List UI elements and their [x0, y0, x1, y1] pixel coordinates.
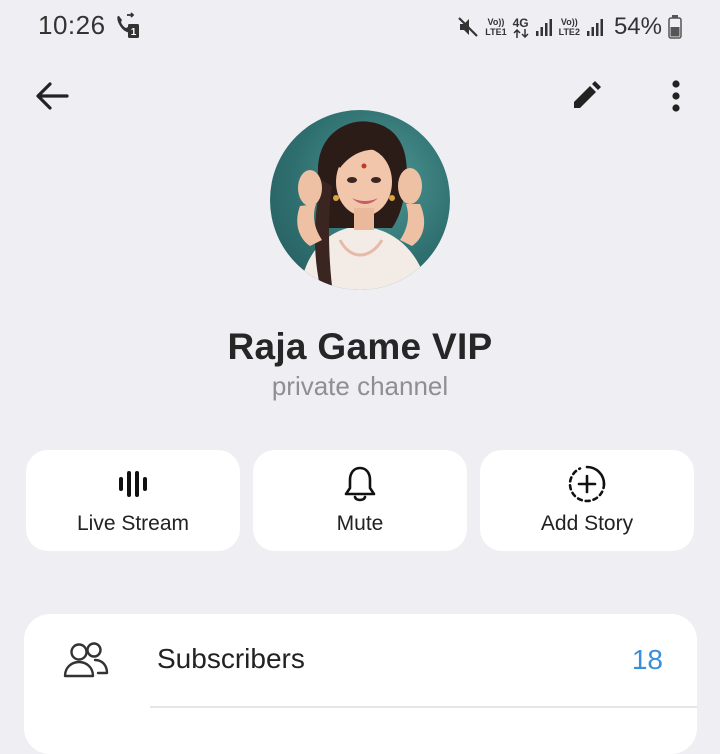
sim1-lte-label: LTE1 — [485, 27, 507, 37]
volte-sim2-indicator: Vo)) LTE2 — [559, 17, 580, 37]
network-type-label: 4G — [512, 15, 529, 30]
avatar-photo — [297, 121, 428, 290]
channel-avatar[interactable] — [270, 110, 450, 290]
channel-info-card: Subscribers 18 — [24, 614, 697, 754]
more-options-button[interactable] — [654, 76, 698, 120]
status-icons: Vo)) LTE1 4G Vo)) LTE2 54% — [457, 10, 682, 44]
battery-icon — [668, 15, 682, 39]
back-button[interactable] — [30, 76, 74, 120]
edit-button[interactable] — [564, 76, 608, 120]
users-icon — [62, 640, 110, 680]
signal-sim2-icon — [586, 17, 604, 37]
live-stream-label: Live Stream — [76, 512, 190, 535]
sim2-volte-label: Vo)) — [560, 17, 578, 27]
sim1-volte-label: Vo)) — [487, 17, 505, 27]
mute-button[interactable]: Mute — [253, 450, 467, 551]
sim2-lte-label: LTE2 — [558, 27, 580, 37]
more-vertical-icon — [671, 79, 681, 117]
pencil-icon — [570, 80, 602, 117]
svg-text:1: 1 — [131, 27, 137, 38]
battery-percent: 54% — [613, 13, 662, 40]
bell-icon — [253, 464, 467, 504]
status-time: 10:26 — [38, 10, 106, 40]
add-story-icon — [480, 464, 694, 504]
mute-icon — [457, 16, 479, 38]
arrow-left-icon — [35, 81, 69, 116]
channel-type: private channel — [271, 371, 449, 401]
mute-label: Mute — [336, 512, 384, 535]
status-bar: 10:26 1 Vo)) LTE1 4G Vo)) LTE2 54% — [0, 0, 720, 56]
live-stream-button[interactable]: Live Stream — [26, 450, 240, 551]
data-arrows-icon — [513, 28, 529, 38]
live-stream-icon — [26, 464, 240, 504]
add-story-label: Add Story — [540, 512, 634, 535]
network-type-indicator: 4G — [513, 17, 529, 38]
channel-name: Raja Game VIP — [227, 326, 493, 367]
row-divider — [150, 706, 697, 708]
subscribers-count: 18 — [631, 644, 663, 675]
subscribers-row[interactable]: Subscribers 18 — [24, 614, 697, 706]
add-story-button[interactable]: Add Story — [480, 450, 694, 551]
subscribers-label: Subscribers — [157, 643, 305, 674]
call-forward-sim1-icon: 1 — [114, 12, 140, 40]
signal-sim1-icon — [535, 17, 553, 37]
volte-sim1-indicator: Vo)) LTE1 — [485, 17, 506, 37]
